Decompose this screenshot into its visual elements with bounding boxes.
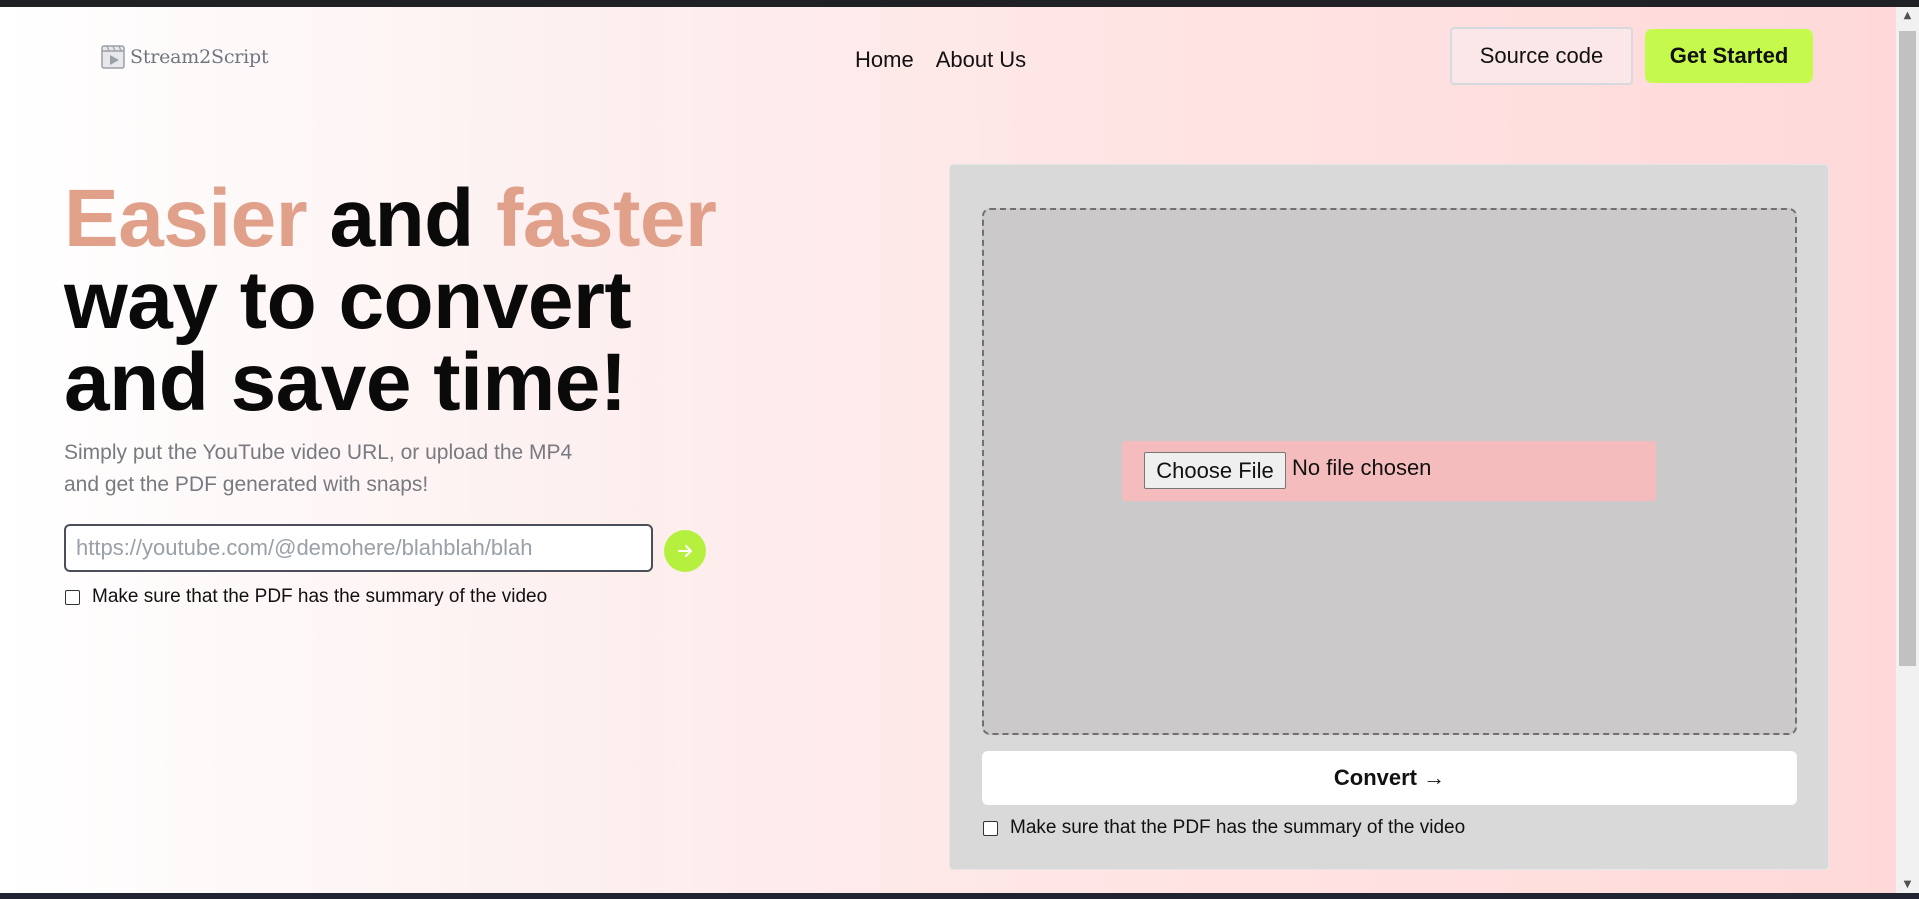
youtube-url-input[interactable] — [64, 524, 653, 572]
logo[interactable]: Stream2Script — [100, 44, 269, 70]
video-icon — [101, 45, 125, 69]
url-summary-checkbox[interactable] — [65, 589, 80, 605]
main-nav: Home About Us — [855, 47, 1026, 73]
hero-title-faster: faster — [496, 173, 717, 264]
hero-title: Easier and faster way to convert and sav… — [64, 178, 717, 424]
upload-summary-checkbox[interactable] — [983, 820, 998, 836]
hero-subtitle: Simply put the YouTube video URL, or upl… — [64, 441, 573, 496]
page-scrollbar[interactable]: ▲ ▼ — [1896, 7, 1919, 893]
upload-summary-label: Make sure that the PDF has the summary o… — [1010, 817, 1466, 838]
source-code-button[interactable]: Source code — [1450, 27, 1633, 85]
get-started-button[interactable]: Get Started — [1645, 29, 1813, 83]
scroll-up-icon[interactable]: ▲ — [1896, 7, 1919, 24]
nav-home[interactable]: Home — [855, 47, 914, 73]
hero-title-easier: Easier — [64, 173, 308, 264]
browser-top-bar — [0, 0, 1919, 7]
hero-title-and: and — [307, 173, 497, 264]
submit-url-button[interactable] — [664, 530, 706, 572]
url-summary-option: Make sure that the PDF has the summary o… — [65, 586, 547, 608]
file-status-text: No file chosen — [1292, 455, 1432, 480]
arrow-right-icon — [678, 545, 692, 557]
convert-button[interactable]: Convert → — [982, 751, 1797, 805]
hero-title-line2: way to convert — [64, 255, 632, 346]
nav-about-us[interactable]: About Us — [936, 47, 1027, 73]
choose-file-button[interactable]: Choose File — [1144, 452, 1286, 489]
hero-title-line3: and save time! — [64, 337, 627, 428]
url-summary-label: Make sure that the PDF has the summary o… — [92, 586, 548, 607]
scroll-thumb[interactable] — [1899, 31, 1916, 666]
scroll-down-icon[interactable]: ▼ — [1896, 876, 1919, 893]
logo-text: Stream2Script — [130, 46, 269, 68]
taskbar-strip — [0, 893, 1919, 899]
upload-summary-option: Make sure that the PDF has the summary o… — [983, 817, 1465, 839]
